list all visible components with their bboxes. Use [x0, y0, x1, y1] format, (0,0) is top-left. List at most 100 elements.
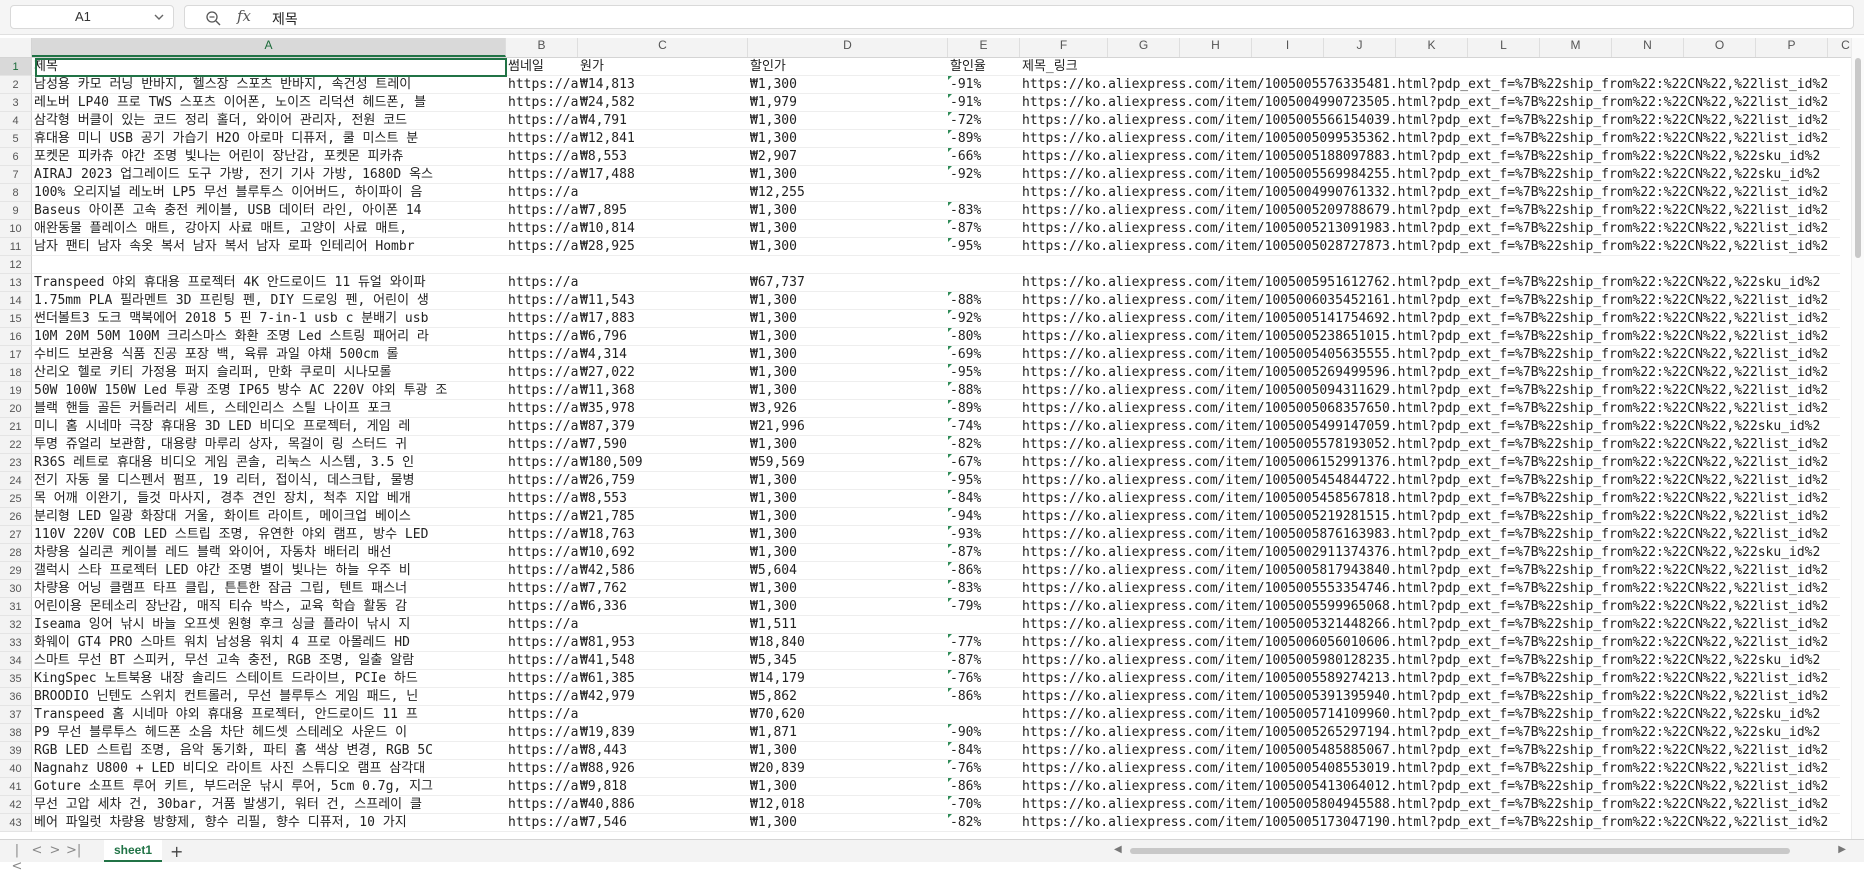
cell-e[interactable]: -70%: [948, 796, 1020, 814]
cell-e[interactable]: -90%: [948, 724, 1020, 742]
cell-a[interactable]: 1.75mm PLA 필라멘트 3D 프린팅 펜, DIY 드로잉 펜, 어린이…: [32, 292, 506, 310]
cell-d[interactable]: ₩1,300: [748, 130, 948, 148]
cell-e[interactable]: -76%: [948, 760, 1020, 778]
cell-f[interactable]: https://ko.aliexpress.com/item/100500545…: [1020, 472, 1840, 490]
cell-c[interactable]: ₩40,886: [578, 796, 748, 814]
zoom-icon[interactable]: [205, 10, 221, 26]
cell-b[interactable]: [506, 256, 578, 274]
cell-b[interactable]: https://a: [506, 544, 578, 562]
cell-a[interactable]: 남성용 카모 러닝 반바지, 헬스장 스포츠 반바지, 속건성 트레이: [32, 76, 506, 94]
row-number[interactable]: 1: [0, 58, 32, 76]
cell-c[interactable]: [578, 256, 748, 274]
row-number[interactable]: 19: [0, 382, 32, 400]
row-number[interactable]: 13: [0, 274, 32, 292]
cell-a[interactable]: Goture 소프트 루어 키트, 부드러운 낚시 루어, 5cm 0.7g, …: [32, 778, 506, 796]
cell-b[interactable]: https://a: [506, 508, 578, 526]
cell-a[interactable]: Transpeed 홈 시네마 야외 휴대용 프로젝터, 안드로이드 11 프: [32, 706, 506, 724]
cell-e[interactable]: -84%: [948, 490, 1020, 508]
cell-c[interactable]: [578, 274, 748, 292]
row-number[interactable]: 7: [0, 166, 32, 184]
cell-c[interactable]: ₩180,509: [578, 454, 748, 472]
cell-f[interactable]: https://ko.aliexpress.com/item/100500539…: [1020, 688, 1840, 706]
cell-d[interactable]: ₩70,620: [748, 706, 948, 724]
cell-d[interactable]: ₩1,300: [748, 292, 948, 310]
column-header-k[interactable]: K: [1396, 38, 1468, 57]
cell-e[interactable]: -95%: [948, 238, 1020, 256]
cell-c[interactable]: ₩87,379: [578, 418, 748, 436]
cell-c[interactable]: [578, 706, 748, 724]
cell-f[interactable]: https://ko.aliexpress.com/item/100500545…: [1020, 490, 1840, 508]
cell-e[interactable]: [948, 616, 1020, 634]
cell-e[interactable]: -94%: [948, 508, 1020, 526]
cell-c[interactable]: ₩17,883: [578, 310, 748, 328]
column-header-p[interactable]: P: [1756, 38, 1828, 57]
row-number[interactable]: 24: [0, 472, 32, 490]
cell-a[interactable]: 화웨이 GT4 PRO 스마트 워치 남성용 워치 4 프로 아몰레드 HD: [32, 634, 506, 652]
row-number[interactable]: 26: [0, 508, 32, 526]
row-number[interactable]: 8: [0, 184, 32, 202]
cell-f[interactable]: https://ko.aliexpress.com/item/100500540…: [1020, 346, 1840, 364]
row-number[interactable]: 4: [0, 112, 32, 130]
vertical-scrollbar[interactable]: [1851, 38, 1864, 839]
cell-b[interactable]: https://a: [506, 490, 578, 508]
cell-d[interactable]: ₩1,300: [748, 238, 948, 256]
row-number[interactable]: 43: [0, 814, 32, 832]
cell-d[interactable]: ₩12,255: [748, 184, 948, 202]
row-number[interactable]: 14: [0, 292, 32, 310]
cell-d[interactable]: ₩1,871: [748, 724, 948, 742]
cell-b[interactable]: https://a: [506, 742, 578, 760]
cell-d[interactable]: ₩1,979: [748, 94, 948, 112]
cell-b[interactable]: https://a: [506, 724, 578, 742]
column-header-g[interactable]: G: [1108, 38, 1180, 57]
cell-f[interactable]: https://ko.aliexpress.com/item/100500559…: [1020, 598, 1840, 616]
cell-b[interactable]: https://a: [506, 148, 578, 166]
cell-e[interactable]: -92%: [948, 310, 1020, 328]
cell-c[interactable]: ₩11,543: [578, 292, 748, 310]
cell-a[interactable]: 남자 팬티 남자 속옷 복서 남자 복서 남자 로파 인테리어 Hombr: [32, 238, 506, 256]
cell-f[interactable]: https://ko.aliexpress.com/item/100500526…: [1020, 724, 1840, 742]
cell-e[interactable]: -91%: [948, 76, 1020, 94]
cell-f[interactable]: https://ko.aliexpress.com/item/100500540…: [1020, 760, 1840, 778]
cell-f[interactable]: https://ko.aliexpress.com/item/100500291…: [1020, 544, 1840, 562]
cell-c[interactable]: ₩8,553: [578, 148, 748, 166]
row-number[interactable]: 38: [0, 724, 32, 742]
cell-f[interactable]: https://ko.aliexpress.com/item/100500549…: [1020, 418, 1840, 436]
row-number[interactable]: 37: [0, 706, 32, 724]
cell-e[interactable]: -76%: [948, 670, 1020, 688]
cell-f[interactable]: https://ko.aliexpress.com/item/100500557…: [1020, 76, 1840, 94]
column-header-m[interactable]: M: [1540, 38, 1612, 57]
row-number[interactable]: 35: [0, 670, 32, 688]
cell-d[interactable]: ₩1,300: [748, 76, 948, 94]
cell-d[interactable]: ₩21,996: [748, 418, 948, 436]
cell-a[interactable]: R36S 레트로 휴대용 비디오 게임 콘솔, 리눅스 시스템, 3.5 인: [32, 454, 506, 472]
cell-f[interactable]: https://ko.aliexpress.com/item/100500509…: [1020, 382, 1840, 400]
cell-b[interactable]: https://a: [506, 310, 578, 328]
cell-d[interactable]: ₩14,179: [748, 670, 948, 688]
scroll-right-icon[interactable]: ▶: [1838, 844, 1846, 855]
cell-d[interactable]: ₩1,300: [748, 472, 948, 490]
cell-d[interactable]: ₩1,300: [748, 508, 948, 526]
cell-f[interactable]: https://ko.aliexpress.com/item/100500521…: [1020, 220, 1840, 238]
cell-e[interactable]: -86%: [948, 688, 1020, 706]
cell-d[interactable]: ₩1,300: [748, 598, 948, 616]
cell-c[interactable]: ₩10,692: [578, 544, 748, 562]
cell-d[interactable]: ₩3,926: [748, 400, 948, 418]
cell-c[interactable]: ₩17,488: [578, 166, 748, 184]
cell-f[interactable]: https://ko.aliexpress.com/item/100500555…: [1020, 580, 1840, 598]
cell-f[interactable]: https://ko.aliexpress.com/item/100500558…: [1020, 670, 1840, 688]
cell-f[interactable]: https://ko.aliexpress.com/item/100500506…: [1020, 400, 1840, 418]
cell-f[interactable]: https://ko.aliexpress.com/item/100500520…: [1020, 202, 1840, 220]
cell-b[interactable]: https://a: [506, 346, 578, 364]
cell-a[interactable]: 삼각형 버클이 있는 코드 정리 홀더, 와이어 관리자, 전원 코드: [32, 112, 506, 130]
cell-b[interactable]: https://a: [506, 202, 578, 220]
cell-f[interactable]: https://ko.aliexpress.com/item/100500598…: [1020, 652, 1840, 670]
cell-f[interactable]: https://ko.aliexpress.com/item/100500521…: [1020, 508, 1840, 526]
header-cell-f[interactable]: 제목_링크: [1020, 58, 1840, 76]
cell-b[interactable]: https://a: [506, 238, 578, 256]
cell-b[interactable]: https://a: [506, 688, 578, 706]
cell-a[interactable]: 어린이용 몬테소리 장난감, 매직 티슈 박스, 교육 학습 활동 감: [32, 598, 506, 616]
cell-a[interactable]: RGB LED 스트립 조명, 음악 동기화, 파티 홈 색상 변경, RGB …: [32, 742, 506, 760]
cell-f[interactable]: https://ko.aliexpress.com/item/100500514…: [1020, 310, 1840, 328]
cell-f[interactable]: https://ko.aliexpress.com/item/100500556…: [1020, 112, 1840, 130]
cell-c[interactable]: ₩24,582: [578, 94, 748, 112]
